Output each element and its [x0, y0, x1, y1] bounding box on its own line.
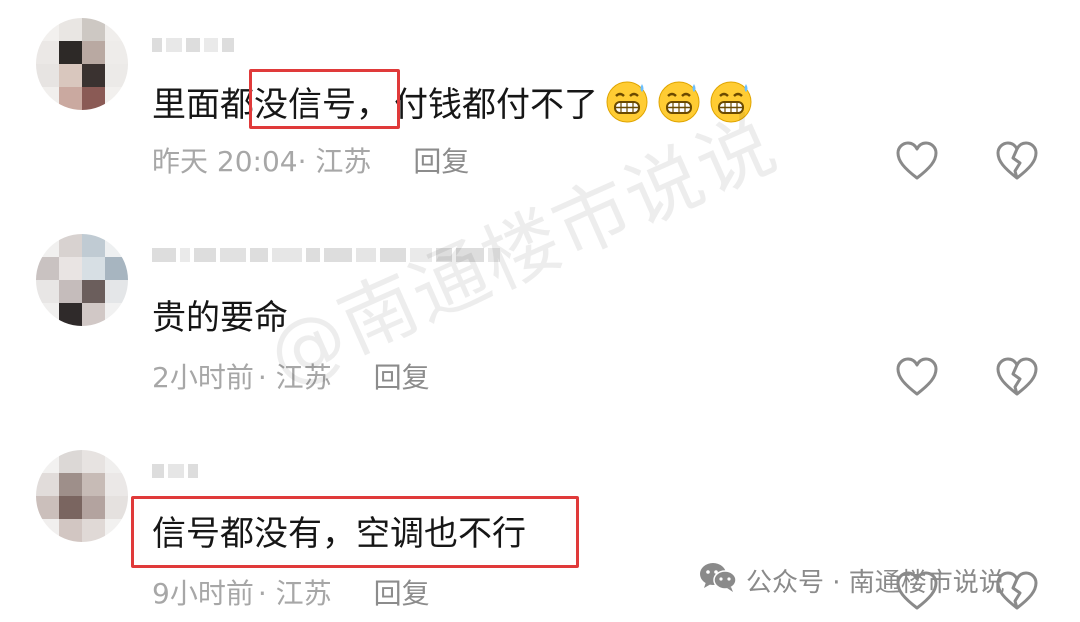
comment-time: 9小时前	[152, 577, 254, 610]
comment-time: 2小时前	[152, 361, 254, 394]
comment-meta: 9小时前 · 江苏 回复	[152, 576, 430, 612]
reply-button[interactable]: 回复	[374, 361, 430, 394]
source-label: 公众号 · 南通楼市说说	[746, 568, 1005, 598]
reply-button[interactable]: 回复	[374, 577, 430, 610]
username-blurred[interactable]	[152, 460, 198, 482]
source-tag: 公众号 · 南通楼市说说	[698, 560, 1005, 601]
comment-text-part: 里面都	[152, 85, 254, 125]
username-blurred[interactable]	[152, 34, 234, 56]
avatar[interactable]	[36, 18, 128, 110]
comment-text-part: 付钱都付不了	[394, 85, 598, 125]
dislike-broken-heart-icon[interactable]	[994, 356, 1040, 398]
avatar[interactable]	[36, 234, 128, 326]
dislike-broken-heart-icon[interactable]	[994, 140, 1040, 182]
reply-button[interactable]: 回复	[413, 145, 469, 178]
comment-location: · 江苏	[297, 145, 372, 178]
grimacing-sweat-emoji-icon	[604, 78, 650, 124]
highlight-box	[249, 69, 400, 129]
comment-item-1: 里面都没信号， 付钱都付不了 昨天 20:04· 江苏 回复	[0, 0, 1080, 200]
like-heart-icon[interactable]	[894, 140, 940, 182]
comment-time: 昨天 20:04	[152, 145, 298, 178]
wechat-icon	[698, 560, 738, 601]
like-heart-icon[interactable]	[894, 356, 940, 398]
avatar[interactable]	[36, 450, 128, 542]
comment-location: · 江苏	[257, 577, 332, 610]
comment-meta: 昨天 20:04· 江苏 回复	[152, 144, 469, 180]
highlight-box	[131, 496, 579, 568]
